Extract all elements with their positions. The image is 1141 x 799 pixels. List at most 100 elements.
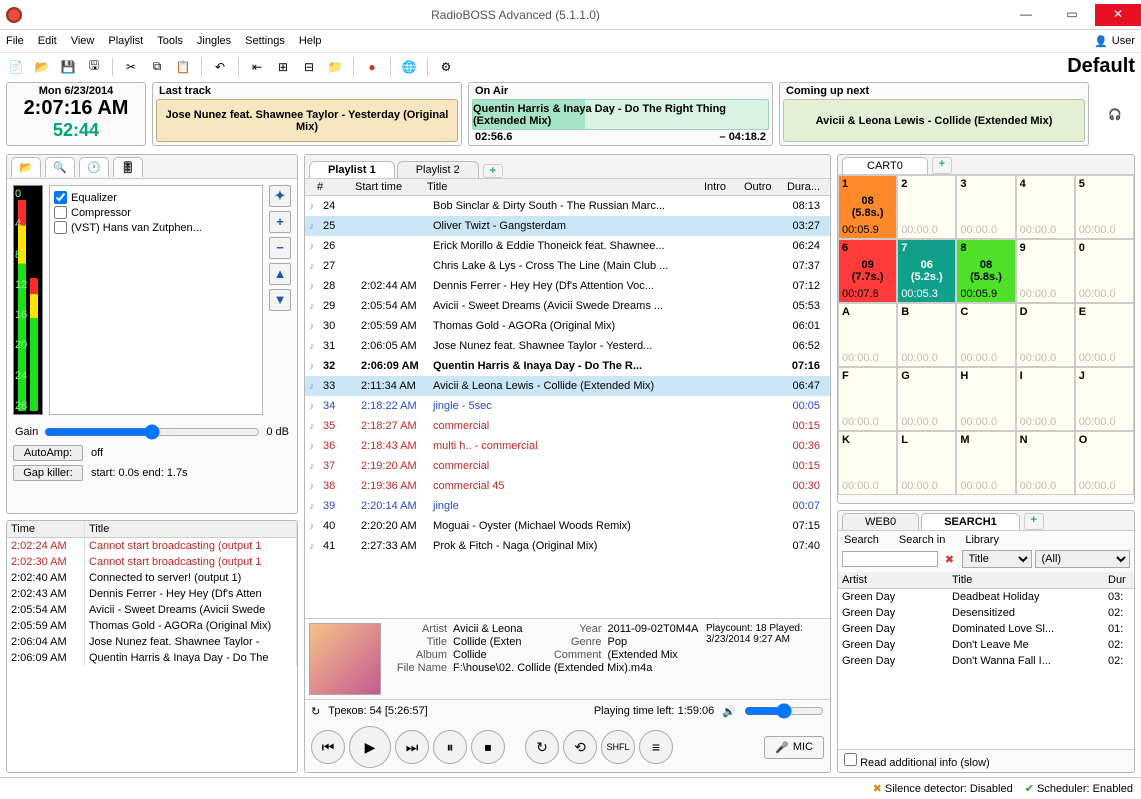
cart-slot[interactable]: 000:00.0 xyxy=(1075,239,1134,303)
cart-slot[interactable]: 500:00.0 xyxy=(1075,175,1134,239)
stop-button[interactable]: ⏹ xyxy=(471,730,505,764)
playlist-row[interactable]: ♪342:18:22 AMjingle - 5sec00:05 xyxy=(305,396,830,416)
fx-down-button[interactable]: ▼ xyxy=(269,289,291,311)
log-row[interactable]: 2:06:04 AMJose Nunez feat. Shawnee Taylo… xyxy=(7,634,297,650)
playlist-row[interactable]: ♪372:19:20 AMcommercial00:15 xyxy=(305,456,830,476)
add-search-button[interactable]: + xyxy=(1024,513,1044,530)
search-input[interactable] xyxy=(842,551,938,567)
menu-help[interactable]: Help xyxy=(299,35,322,47)
cart-slot[interactable]: J00:00.0 xyxy=(1075,367,1134,431)
cart-slot[interactable]: 108(5.8s.)00:05.9 xyxy=(838,175,897,239)
playlist-row[interactable]: ♪25Oliver Twizt - Gangsterdam03:27 xyxy=(305,216,830,236)
headphones-icon[interactable]: 🎧 xyxy=(1095,82,1135,146)
searchin-select[interactable]: Title xyxy=(962,550,1032,568)
readinfo-check[interactable]: Read additional info (slow) xyxy=(844,757,990,769)
volume-slider[interactable] xyxy=(744,703,824,719)
cart-slot[interactable]: H00:00.0 xyxy=(956,367,1015,431)
shuffle-button[interactable]: SHFL xyxy=(601,730,635,764)
playlist-row[interactable]: ♪302:05:59 AMThomas Gold - AGORa (Origin… xyxy=(305,316,830,336)
volume-icon[interactable]: 🔊 xyxy=(722,705,736,718)
cart-slot[interactable]: A00:00.0 xyxy=(838,303,897,367)
open-icon[interactable]: 📂 xyxy=(32,57,52,77)
fx-up-button[interactable]: ▲ xyxy=(269,263,291,285)
maximize-button[interactable]: ▭ xyxy=(1049,4,1095,26)
tab-search-icon[interactable]: 🔍 xyxy=(45,157,75,177)
menu-view[interactable]: View xyxy=(71,35,95,47)
tab-cart0[interactable]: CART0 xyxy=(842,157,928,174)
fx-list[interactable]: Equalizer Compressor (VST) Hans van Zutp… xyxy=(49,185,263,415)
tab-fx-icon[interactable]: 🎚 xyxy=(113,157,143,177)
gapkiller-button[interactable]: Gap killer: xyxy=(13,465,83,481)
menu-settings[interactable]: Settings xyxy=(245,35,285,47)
menu-tools[interactable]: Tools xyxy=(157,35,183,47)
new-icon[interactable]: 📄 xyxy=(6,57,26,77)
tab-folder-icon[interactable]: 📂 xyxy=(11,157,41,177)
close-button[interactable]: ✕ xyxy=(1095,4,1141,26)
playlist-row[interactable]: ♪282:02:44 AMDennis Ferrer - Hey Hey (Df… xyxy=(305,276,830,296)
tab-web0[interactable]: WEB0 xyxy=(842,513,919,530)
search-row[interactable]: Green DayDeadbeat Holiday03: xyxy=(838,589,1134,605)
tab-playlist1[interactable]: Playlist 1 xyxy=(309,161,395,178)
user-button[interactable]: 👤 User xyxy=(1094,35,1135,48)
tool2-icon[interactable]: ⊞ xyxy=(273,57,293,77)
cart-slot[interactable]: 300:00.0 xyxy=(956,175,1015,239)
refresh-icon[interactable]: ↻ xyxy=(311,705,320,718)
saveall-icon[interactable]: 🖫 xyxy=(84,57,104,77)
menu-file[interactable]: File xyxy=(6,35,24,47)
cart-slot[interactable]: N00:00.0 xyxy=(1016,431,1075,495)
cart-slot[interactable]: 609(7.7s.)00:07.8 xyxy=(838,239,897,303)
log-row[interactable]: 2:06:09 AMQuentin Harris & Inaya Day - D… xyxy=(7,650,297,666)
playlist-row[interactable]: ♪312:06:05 AMJose Nunez feat. Shawnee Ta… xyxy=(305,336,830,356)
library-select[interactable]: (All) xyxy=(1035,550,1131,568)
cart-slot[interactable]: E00:00.0 xyxy=(1075,303,1134,367)
web-icon[interactable]: 🌐 xyxy=(399,57,419,77)
log-row[interactable]: 2:02:30 AMCannot start broadcasting (out… xyxy=(7,554,297,570)
tab-clock-icon[interactable]: 🕐 xyxy=(79,157,109,177)
log-row[interactable]: 2:02:40 AMConnected to server! (output 1… xyxy=(7,570,297,586)
clear-search-icon[interactable]: ✖ xyxy=(941,553,959,566)
repeat-button[interactable]: ⟲ xyxy=(563,730,597,764)
log-row[interactable]: 2:05:54 AMAvicii - Sweet Dreams (Avicii … xyxy=(7,602,297,618)
undo-icon[interactable]: ↶ xyxy=(210,57,230,77)
playlist-row[interactable]: ♪24Bob Sinclar & Dirty South - The Russi… xyxy=(305,196,830,216)
play-button[interactable]: ▶ xyxy=(349,726,391,768)
playlist-row[interactable]: ♪332:11:34 AMAvicii & Leona Lewis - Coll… xyxy=(305,376,830,396)
menu-playlist[interactable]: Playlist xyxy=(108,35,143,47)
playlist-row[interactable]: ♪402:20:20 AMMoguai - Oyster (Michael Wo… xyxy=(305,516,830,536)
tab-playlist2[interactable]: Playlist 2 xyxy=(397,161,479,178)
playlist-body[interactable]: ♪24Bob Sinclar & Dirty South - The Russi… xyxy=(305,196,830,618)
fx-equalizer-check[interactable] xyxy=(54,191,67,204)
search-row[interactable]: Green DayDon't Leave Me02: xyxy=(838,637,1134,653)
onair-waveform[interactable]: Quentin Harris & Inaya Day - Do The Righ… xyxy=(472,99,769,130)
playlist-row[interactable]: ♪392:20:14 AMjingle00:07 xyxy=(305,496,830,516)
playlist-row[interactable]: ♪322:06:09 AMQuentin Harris & Inaya Day … xyxy=(305,356,830,376)
playlist-row[interactable]: ♪352:18:27 AMcommercial00:15 xyxy=(305,416,830,436)
cart-slot[interactable]: F00:00.0 xyxy=(838,367,897,431)
log-row[interactable]: 2:05:59 AMThomas Gold - AGORa (Original … xyxy=(7,618,297,634)
log-row[interactable]: 2:02:43 AMDennis Ferrer - Hey Hey (Df's … xyxy=(7,586,297,602)
log-row[interactable]: 2:02:24 AMCannot start broadcasting (out… xyxy=(7,538,297,554)
repeat-one-button[interactable]: ↻ xyxy=(525,730,559,764)
silence-status[interactable]: ✖ Silence detector: Disabled xyxy=(873,782,1013,795)
playlist-row[interactable]: ♪292:05:54 AMAvicii - Sweet Dreams (Avic… xyxy=(305,296,830,316)
cart-slot[interactable]: K00:00.0 xyxy=(838,431,897,495)
cart-slot[interactable]: 200:00.0 xyxy=(897,175,956,239)
minimize-button[interactable]: — xyxy=(1003,4,1049,26)
gear-icon[interactable]: ⚙ xyxy=(436,57,456,77)
fx-add-button[interactable]: + xyxy=(269,211,291,233)
tab-search1[interactable]: SEARCH1 xyxy=(921,513,1020,530)
cart-slot[interactable]: I00:00.0 xyxy=(1016,367,1075,431)
tool3-icon[interactable]: ⊟ xyxy=(299,57,319,77)
playlist-row[interactable]: ♪362:18:43 AMmulti h.. - commercial00:36 xyxy=(305,436,830,456)
search-row[interactable]: Green DayDesensitized02: xyxy=(838,605,1134,621)
cart-slot[interactable]: L00:00.0 xyxy=(897,431,956,495)
tool4-icon[interactable]: 📁 xyxy=(325,57,345,77)
cart-slot[interactable]: 808(5.8s.)00:05.9 xyxy=(956,239,1015,303)
next-button[interactable]: ⏭ xyxy=(395,730,429,764)
cart-slot[interactable]: 900:00.0 xyxy=(1016,239,1075,303)
fx-settings-button[interactable]: ✦ xyxy=(269,185,291,207)
playlist-row[interactable]: ♪26Erick Morillo & Eddie Thoneick feat. … xyxy=(305,236,830,256)
playlist-row[interactable]: ♪27Chris Lake & Lys - Cross The Line (Ma… xyxy=(305,256,830,276)
cart-slot[interactable]: D00:00.0 xyxy=(1016,303,1075,367)
cut-icon[interactable]: ✂ xyxy=(121,57,141,77)
